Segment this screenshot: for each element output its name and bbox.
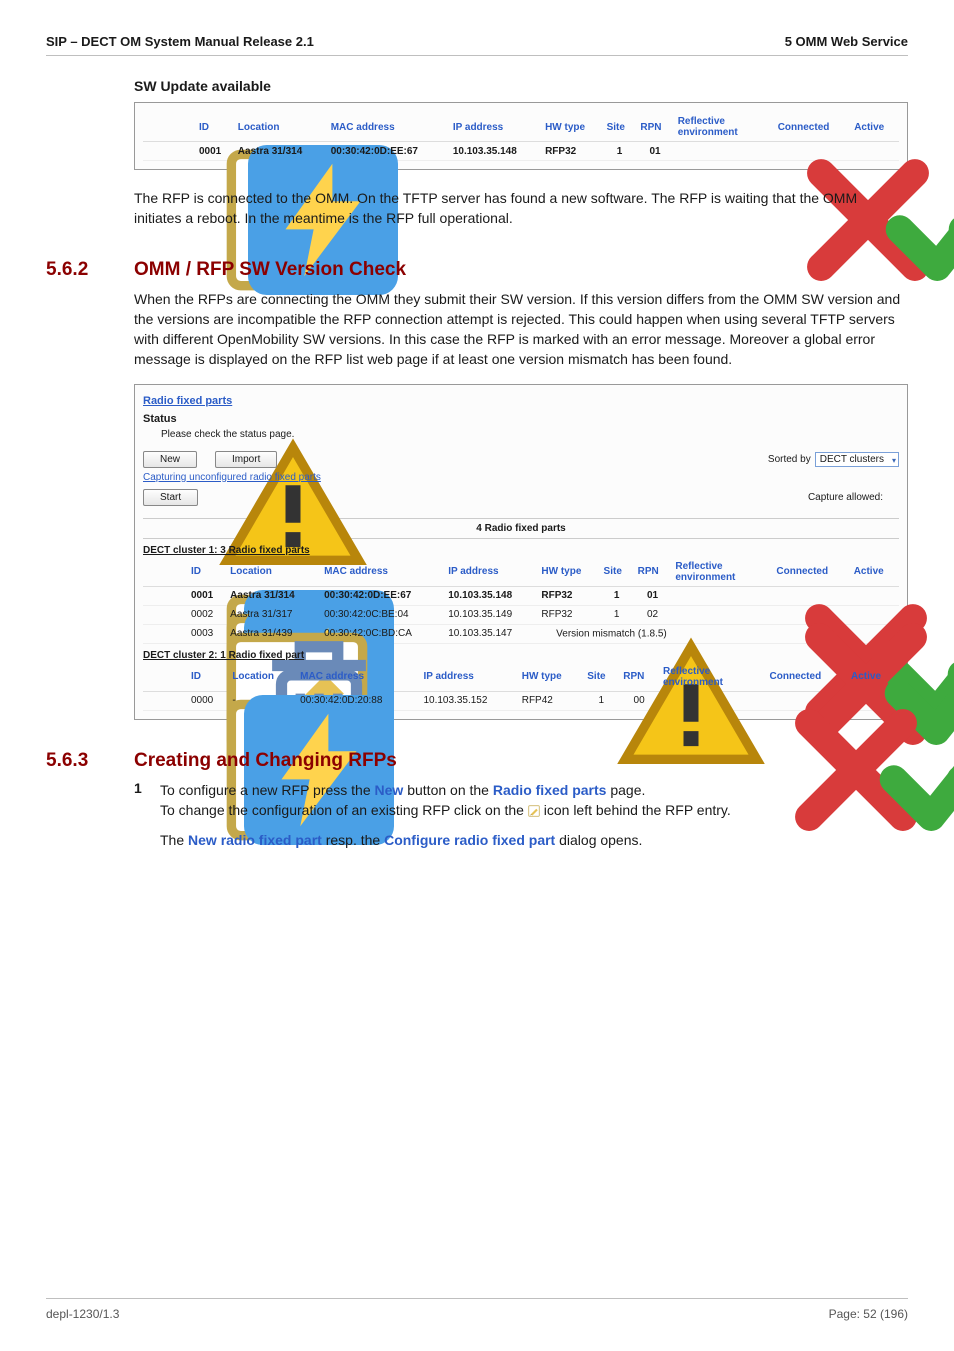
table-row: 0001 Aastra 31/314 00:30:42:0D:EE:67 10.…	[143, 142, 899, 161]
section-heading: Creating and Changing RFPs	[134, 750, 397, 772]
new-radio-fixed-part-keyword: New radio fixed part	[188, 832, 322, 848]
panel-radio-fixed-parts: Radio fixed parts Status Please check th…	[134, 384, 908, 720]
section-number: 5.6.2	[46, 259, 134, 281]
sw-update-heading: SW Update available	[134, 78, 908, 94]
check-icon	[868, 609, 880, 621]
flash-icon[interactable]	[169, 609, 181, 621]
cell-hw: RFP32	[541, 142, 603, 161]
check-icon	[805, 609, 817, 621]
import-button[interactable]: Import	[215, 451, 277, 468]
col-ip: IP address	[449, 113, 541, 142]
cell-rpn: 01	[636, 142, 673, 161]
radio-fixed-parts-keyword: Radio fixed parts	[493, 782, 607, 798]
col-hw: HW type	[541, 113, 603, 142]
cluster1-table: ID Location MAC address IP address HW ty…	[143, 558, 899, 644]
col-id: ID	[195, 113, 234, 142]
cell-hw: RFP32	[537, 605, 599, 624]
edit-icon[interactable]	[147, 145, 159, 157]
edit-icon	[528, 802, 540, 814]
cross-icon	[716, 590, 728, 602]
cross-icon	[706, 695, 718, 707]
warning-icon	[541, 628, 553, 640]
panel-title[interactable]: Radio fixed parts	[143, 395, 899, 407]
table-row: 0003Aastra 31/43900:30:42:0C:BD:CA10.103…	[143, 624, 899, 643]
trash-icon[interactable]	[169, 628, 181, 640]
step-body: To configure a new RFP press the New but…	[160, 780, 908, 851]
check-icon	[868, 590, 880, 602]
col-mac: MAC address	[327, 113, 449, 142]
cell-hw: RFP32	[537, 586, 599, 605]
edit-icon[interactable]	[147, 695, 159, 707]
sorted-by-value: DECT clusters	[820, 454, 884, 465]
footer-left: depl-1230/1.3	[46, 1307, 119, 1321]
col-site: Site	[603, 113, 637, 142]
cross-icon	[887, 491, 899, 503]
cell-site: 1	[603, 142, 637, 161]
check-icon	[869, 145, 881, 157]
check-icon	[867, 695, 879, 707]
table-row: 0002Aastra 31/31700:30:42:0C:BE:0410.103…	[143, 605, 899, 624]
cell-rpn: 01	[634, 586, 672, 605]
edit-icon[interactable]	[147, 590, 159, 602]
new-button[interactable]: New	[143, 451, 197, 468]
start-button[interactable]: Start	[143, 489, 198, 506]
check-icon	[800, 695, 812, 707]
status-message: Please check the status page.	[161, 429, 294, 440]
col-connected: Connected	[774, 113, 851, 142]
edit-icon[interactable]	[147, 609, 159, 621]
check-icon	[805, 590, 817, 602]
cell-site: 1	[600, 586, 634, 605]
new-keyword: New	[375, 782, 404, 798]
step-number: 1	[134, 780, 148, 851]
table-row: 0001Aastra 31/31400:30:42:0D:EE:6710.103…	[143, 586, 899, 605]
sorted-by-label: Sorted by	[768, 454, 811, 465]
section-heading: OMM / RFP SW Version Check	[134, 259, 406, 281]
cluster1-title: DECT cluster 1: 3 Radio fixed parts	[143, 545, 899, 556]
panel-sw-update: ID Location MAC address IP address HW ty…	[134, 102, 908, 170]
status-label: Status	[143, 413, 899, 425]
col-location: Location	[234, 113, 327, 142]
section-number: 5.6.3	[46, 750, 134, 772]
cross-icon	[718, 145, 730, 157]
sw-update-table: ID Location MAC address IP address HW ty…	[143, 113, 899, 161]
chevron-down-icon: ▾	[892, 456, 896, 465]
capturing-link[interactable]: Capturing unconfigured radio fixed parts	[143, 472, 321, 483]
cell-site: 1	[600, 605, 634, 624]
flash-icon[interactable]	[169, 695, 181, 707]
flash-icon[interactable]	[173, 145, 185, 157]
cross-icon	[716, 609, 728, 621]
col-reflective: Reflective environment	[674, 113, 774, 142]
check-icon	[806, 145, 818, 157]
configure-radio-fixed-part-keyword: Configure radio fixed part	[384, 832, 555, 848]
cell-rpn: 02	[634, 605, 672, 624]
sec-562-body: When the RFPs are connecting the OMM the…	[134, 289, 908, 370]
edit-icon[interactable]	[147, 628, 159, 640]
header-right: 5 OMM Web Service	[785, 34, 908, 49]
sorted-by-select[interactable]: DECT clusters ▾	[815, 452, 899, 467]
header-left: SIP – DECT OM System Manual Release 2.1	[46, 34, 314, 49]
flash-icon[interactable]	[169, 590, 181, 602]
table-row: 0000-00:30:42:0D:20:8810.103.35.152RFP42…	[143, 691, 899, 710]
col-active: Active	[850, 113, 899, 142]
col-rpn: RPN	[636, 113, 673, 142]
capture-allowed-label: Capture allowed:	[808, 492, 883, 503]
warning-icon	[143, 429, 155, 441]
footer-right: Page: 52 (196)	[829, 1307, 908, 1321]
